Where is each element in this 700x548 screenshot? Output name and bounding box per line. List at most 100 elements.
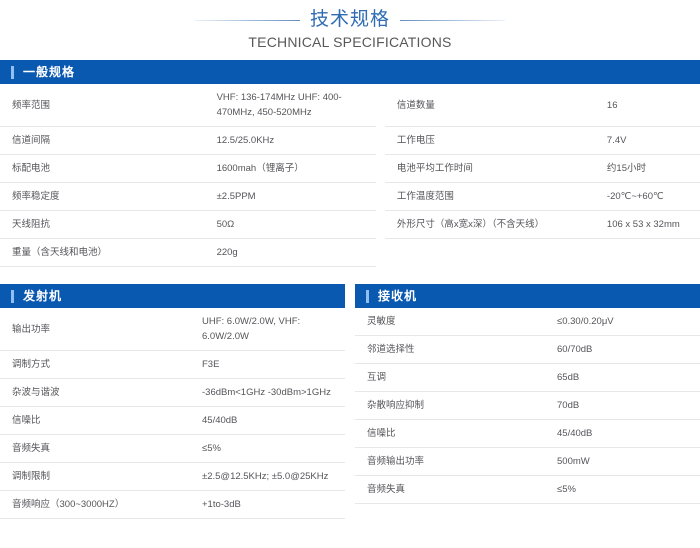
receiver-spec-table: 灵敏度 ≤0.30/0.20μV 邻道选择性 60/70dB 互调 65dB 杂… xyxy=(355,308,700,504)
spec-value: 1600mah（锂离子） xyxy=(216,163,304,174)
spec-value-cell: ≤5% xyxy=(545,475,700,504)
spec-label: 信道数量 xyxy=(396,99,435,111)
spec-value-cell: -20℃~+60℃ xyxy=(594,182,700,211)
table-row: 信噪比 45/40dB xyxy=(0,406,345,435)
section-accent-bar-icon xyxy=(11,65,14,79)
spec-value: 500mW xyxy=(557,456,590,467)
spec-value-cell: ±2.5@12.5KHz; ±5.0@25KHz xyxy=(190,462,345,491)
spec-label-cell: 频率稳定度 xyxy=(0,182,205,211)
spec-value-cell: +1to-3dB xyxy=(190,490,345,519)
spec-label-cell-empty xyxy=(385,239,595,267)
page-title-block: 技术规格 TECHNICAL SPECIFICATIONS xyxy=(0,0,700,51)
spec-value-cell: VHF: 136-174MHz UHF: 400-470MHz, 450-520… xyxy=(204,84,376,127)
spec-label-cell: 标配电池 xyxy=(0,154,205,183)
table-row: 音频失真 ≤5% xyxy=(355,475,700,504)
receiver-section-title: 接收机 xyxy=(378,289,418,303)
table-row: 频率稳定度 ±2.5PPM 工作温度范围 -20℃~+60℃ xyxy=(0,182,700,211)
spec-value: +1to-3dB xyxy=(202,499,241,510)
spec-label: 调制方式 xyxy=(12,359,51,370)
spec-label-cell: 输出功率 xyxy=(0,308,190,351)
table-row: 频率范围 VHF: 136-174MHz UHF: 400-470MHz, 45… xyxy=(0,84,700,127)
spec-value: 约15小时 xyxy=(606,163,646,174)
spec-value-cell: 7.4V xyxy=(594,126,700,155)
table-row: 标配电池 1600mah（锂离子） 电池平均工作时间 约15小时 xyxy=(0,154,700,183)
spec-value-cell-empty xyxy=(595,239,700,267)
spec-value: 65dB xyxy=(557,372,580,383)
spec-value-cell: 500mW xyxy=(545,447,700,476)
table-row: 互调 65dB xyxy=(355,363,700,392)
spec-value: -36dBm<1GHz -30dBm>1GHz xyxy=(202,387,331,398)
spec-label-cell: 信道数量 xyxy=(384,84,595,127)
table-row: 天线阻抗 50Ω 外形尺寸（高x宽x深）（不含天线） 106 x 53 x 32… xyxy=(0,210,700,239)
spec-value-cell: 220g xyxy=(204,238,376,267)
spec-label: 音频响应（300~3000HZ） xyxy=(12,499,125,510)
column-gap xyxy=(376,155,385,183)
general-section-header: 一般规格 xyxy=(0,60,700,84)
spec-label: 天线阻抗 xyxy=(12,219,51,230)
spec-value: ±2.5@12.5KHz; ±5.0@25KHz xyxy=(202,471,329,482)
spec-label-cell: 频率范围 xyxy=(0,84,205,127)
spec-value-cell: UHF: 6.0W/2.0W, VHF: 6.0W/2.0W xyxy=(190,308,345,351)
spec-label-cell: 天线阻抗 xyxy=(0,210,205,239)
receiver-section: 接收机 灵敏度 ≤0.30/0.20μV 邻道选择性 60/70dB 互调 65… xyxy=(355,284,700,519)
spec-label: 重量（含天线和电池） xyxy=(12,247,108,258)
lower-sections-row: 发射机 输出功率 UHF: 6.0W/2.0W, VHF: 6.0W/2.0W … xyxy=(0,284,700,519)
spec-value-cell: 50Ω xyxy=(204,210,376,239)
table-row: 调制限制 ±2.5@12.5KHz; ±5.0@25KHz xyxy=(0,462,345,491)
column-gap xyxy=(376,239,385,267)
spec-value: 60/70dB xyxy=(557,344,593,355)
spec-value-cell: 1600mah（锂离子） xyxy=(204,154,376,183)
spec-value-cell: 12.5/25.0KHz xyxy=(204,126,376,155)
spec-value: ≤0.30/0.20μV xyxy=(557,316,614,327)
spec-label-cell: 音频失真 xyxy=(355,475,545,504)
spec-label-cell: 电池平均工作时间 xyxy=(384,154,595,183)
spec-label: 工作温度范围 xyxy=(396,191,454,202)
table-row: 邻道选择性 60/70dB xyxy=(355,335,700,364)
transmitter-section-title: 发射机 xyxy=(23,289,63,303)
spec-value: 16 xyxy=(606,99,618,111)
spec-value-cell: ≤5% xyxy=(190,434,345,463)
spec-value-cell: 45/40dB xyxy=(190,406,345,435)
spec-value: 45/40dB xyxy=(202,415,238,426)
transmitter-section: 发射机 输出功率 UHF: 6.0W/2.0W, VHF: 6.0W/2.0W … xyxy=(0,284,345,519)
page-title: 技术规格 xyxy=(309,9,390,30)
column-gap xyxy=(376,211,385,239)
table-row: 灵敏度 ≤0.30/0.20μV xyxy=(355,308,700,336)
table-row: 音频输出功率 500mW xyxy=(355,447,700,476)
table-row: 输出功率 UHF: 6.0W/2.0W, VHF: 6.0W/2.0W xyxy=(0,308,345,351)
spec-label-cell: 调制方式 xyxy=(0,350,190,379)
spec-value: 45/40dB xyxy=(557,428,593,439)
spec-value-cell: 60/70dB xyxy=(545,335,700,364)
spec-label-cell: 信噪比 xyxy=(355,419,545,448)
spec-value: 106 x 53 x 32mm xyxy=(606,219,680,230)
spec-value-cell: 70dB xyxy=(545,391,700,420)
spec-label: 频率稳定度 xyxy=(12,191,60,202)
spec-label: 音频失真 xyxy=(367,484,406,495)
title-cn-row: 技术规格 xyxy=(0,9,700,31)
title-rule-left-decoration xyxy=(194,19,300,21)
spec-label: 信噪比 xyxy=(367,428,396,439)
table-row: 音频响应（300~3000HZ） +1to-3dB xyxy=(0,490,345,519)
spec-label: 外形尺寸（高x宽x深）（不含天线） xyxy=(396,219,545,230)
spec-value: ≤5% xyxy=(202,443,221,454)
spec-label-cell: 工作温度范围 xyxy=(384,182,595,211)
table-row: 调制方式 F3E xyxy=(0,350,345,379)
spec-value: -20℃~+60℃ xyxy=(606,191,664,202)
spec-value-cell: 45/40dB xyxy=(545,419,700,448)
spec-value: 12.5/25.0KHz xyxy=(216,135,275,146)
spec-label: 杂波与谐波 xyxy=(12,387,60,398)
table-row: 杂波与谐波 -36dBm<1GHz -30dBm>1GHz xyxy=(0,378,345,407)
transmitter-spec-table: 输出功率 UHF: 6.0W/2.0W, VHF: 6.0W/2.0W 调制方式… xyxy=(0,308,345,519)
table-row: 信噪比 45/40dB xyxy=(355,419,700,448)
spec-label-cell: 杂散响应抑制 xyxy=(355,391,545,420)
spec-label-cell: 重量（含天线和电池） xyxy=(0,238,205,267)
spec-label-cell: 工作电压 xyxy=(384,126,595,155)
spec-label-cell: 外形尺寸（高x宽x深）（不含天线） xyxy=(384,210,595,239)
column-gap xyxy=(376,183,385,211)
spec-label: 频率范围 xyxy=(12,99,51,111)
spec-value: F3E xyxy=(202,359,220,370)
receiver-section-header: 接收机 xyxy=(355,284,700,308)
spec-label: 信噪比 xyxy=(12,415,41,426)
general-spec-table: 频率范围 VHF: 136-174MHz UHF: 400-470MHz, 45… xyxy=(0,84,700,267)
spec-label: 杂散响应抑制 xyxy=(367,400,425,411)
